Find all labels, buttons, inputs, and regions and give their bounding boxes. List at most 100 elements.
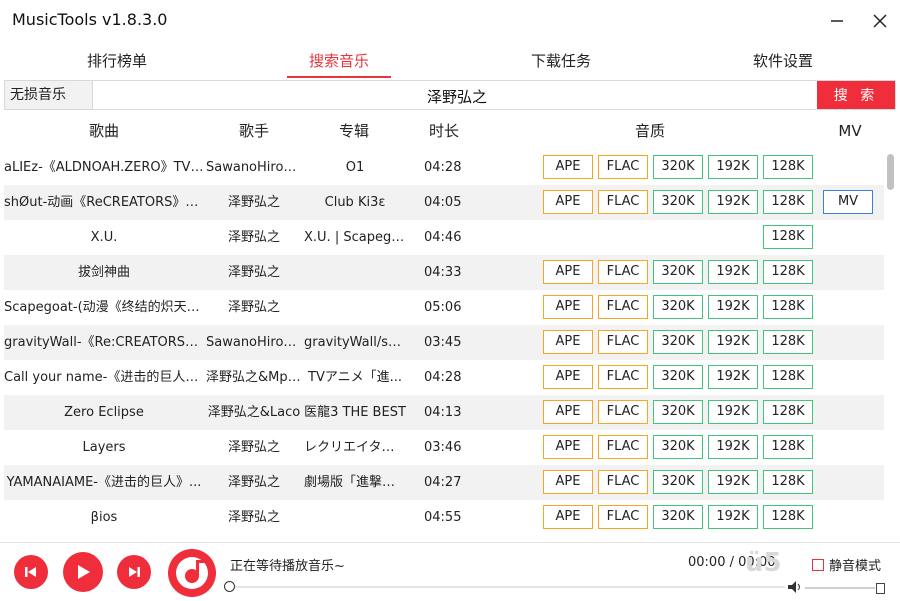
quality-320k-button[interactable]: 320K bbox=[653, 190, 703, 214]
next-button[interactable] bbox=[117, 555, 151, 589]
quality-flac-button[interactable]: FLAC bbox=[598, 505, 648, 529]
quality-128k-button[interactable]: 128K bbox=[763, 505, 813, 529]
table-row[interactable]: Layers 泽野弘之 レクリエイター... 03:46 APE FLAC 320K 192K… bbox=[4, 430, 884, 465]
quality-flac-button[interactable]: FLAC bbox=[598, 400, 648, 424]
quality-ape-button[interactable]: APE bbox=[543, 330, 593, 354]
quality-flac-button[interactable]: FLAC bbox=[598, 190, 648, 214]
mv-button[interactable]: MV bbox=[823, 190, 873, 214]
quality-192k-button[interactable]: 192K bbox=[708, 155, 758, 179]
progress-knob[interactable] bbox=[224, 581, 235, 592]
quality-320k-button[interactable]: 320K bbox=[653, 505, 703, 529]
quality-flac-button[interactable]: FLAC bbox=[598, 260, 648, 284]
skip-next-icon bbox=[129, 567, 140, 577]
results-scrollbar[interactable] bbox=[886, 150, 896, 542]
quality-ape-button[interactable]: APE bbox=[543, 435, 593, 459]
play-button[interactable] bbox=[63, 552, 103, 592]
singer-cell: 泽野弘之 bbox=[227, 230, 280, 245]
quality-192k-button[interactable]: 192K bbox=[708, 295, 758, 319]
quality-192k-button[interactable]: 192K bbox=[708, 190, 758, 214]
album-cell: TVアニメ「進... bbox=[308, 370, 402, 385]
quality-128k-button[interactable]: 128K bbox=[763, 260, 813, 284]
quality-128k-button[interactable]: 128K bbox=[763, 155, 813, 179]
table-row[interactable]: Call your name-《进击的巨人》T... 泽野弘之&Mpi... TVア… bbox=[4, 360, 884, 395]
table-row[interactable]: shØut-动画《ReCREATORS》片... 泽野弘之 Club Ki3ε 04:… bbox=[4, 185, 884, 220]
tab-settings[interactable]: 软件设置 bbox=[738, 42, 828, 78]
table-row[interactable]: YAMANAIAME-《进击的巨人》... 泽野弘之 劇場版「進撃の... 04:27… bbox=[4, 465, 884, 500]
singer-cell: 泽野弘之 bbox=[227, 265, 280, 280]
search-input[interactable] bbox=[94, 81, 820, 111]
quality-192k-button[interactable]: 192K bbox=[708, 470, 758, 494]
singer-cell: SawanoHiroyu... bbox=[206, 160, 302, 175]
quality-192k-button[interactable]: 192K bbox=[708, 365, 758, 389]
watermark-logo: ü5 bbox=[745, 548, 782, 578]
volume-slider[interactable] bbox=[805, 587, 875, 589]
quality-128k-button[interactable]: 128K bbox=[763, 190, 813, 214]
close-button[interactable] bbox=[865, 6, 895, 36]
quality-192k-button[interactable]: 192K bbox=[708, 260, 758, 284]
quality-ape-button[interactable]: APE bbox=[543, 400, 593, 424]
table-row[interactable]: Zero Eclipse 泽野弘之&Laco 医龍3 THE BEST 04:13 AP… bbox=[4, 395, 884, 430]
quality-128k-button[interactable]: 128K bbox=[763, 295, 813, 319]
quality-ape-button[interactable]: APE bbox=[543, 260, 593, 284]
volume-knob[interactable] bbox=[876, 583, 885, 594]
quality-flac-button[interactable]: FLAC bbox=[598, 365, 648, 389]
search-button[interactable]: 搜 索 bbox=[817, 81, 895, 109]
previous-button[interactable] bbox=[14, 555, 48, 589]
quality-flac-button[interactable]: FLAC bbox=[598, 470, 648, 494]
song-cell: aLIEz-《ALDNOAH.ZERO》TV动... bbox=[4, 160, 204, 175]
table-row[interactable]: gravityWall-《Re:CREATORS》T... SawanoHiroy… bbox=[4, 325, 884, 360]
volume-icon[interactable] bbox=[788, 581, 802, 593]
quality-192k-button[interactable]: 192K bbox=[708, 330, 758, 354]
quality-320k-button[interactable]: 320K bbox=[653, 400, 703, 424]
table-row[interactable]: 拔剑神曲 泽野弘之 04:33 APE FLAC 320K 192K 128K bbox=[4, 255, 884, 290]
table-row[interactable]: aLIEz-《ALDNOAH.ZERO》TV动... SawanoHiroyu..… bbox=[4, 150, 884, 185]
quality-128k-button[interactable]: 128K bbox=[763, 400, 813, 424]
album-cell: gravityWall/sh... bbox=[304, 335, 406, 350]
quality-ape-button[interactable]: APE bbox=[543, 470, 593, 494]
singer-cell: 泽野弘之 bbox=[227, 510, 280, 525]
table-row[interactable]: X.U. 泽野弘之 X.U. | Scapegoat 04:46 128K bbox=[4, 220, 884, 255]
quality-flac-button[interactable]: FLAC bbox=[598, 155, 648, 179]
mute-label: 静音模式 bbox=[829, 559, 882, 574]
quality-ape-button[interactable]: APE bbox=[543, 295, 593, 319]
quality-320k-button[interactable]: 320K bbox=[653, 155, 703, 179]
header-mv: MV bbox=[838, 122, 862, 140]
duration-cell: 04:13 bbox=[424, 405, 462, 420]
table-row[interactable]: βios 泽野弘之 04:55 APE FLAC 320K 192K 128K bbox=[4, 500, 884, 535]
duration-cell: 03:45 bbox=[424, 335, 462, 350]
quality-128k-button[interactable]: 128K bbox=[763, 470, 813, 494]
mute-checkbox[interactable] bbox=[812, 559, 824, 571]
quality-128k-button[interactable]: 128K bbox=[763, 225, 813, 249]
quality-ape-button[interactable]: APE bbox=[543, 155, 593, 179]
source-select[interactable]: 无损音乐 bbox=[5, 81, 93, 109]
quality-flac-button[interactable]: FLAC bbox=[598, 330, 648, 354]
minimize-button[interactable] bbox=[822, 6, 852, 36]
quality-320k-button[interactable]: 320K bbox=[653, 470, 703, 494]
quality-320k-button[interactable]: 320K bbox=[653, 295, 703, 319]
quality-flac-button[interactable]: FLAC bbox=[598, 295, 648, 319]
album-cell: 劇場版「進撃の... bbox=[304, 475, 406, 490]
table-row[interactable]: Scapegoat-(动漫《终结的炽天使... 泽野弘之 05:06 APE FLAC 3… bbox=[4, 290, 884, 325]
quality-ape-button[interactable]: APE bbox=[543, 190, 593, 214]
quality-192k-button[interactable]: 192K bbox=[708, 435, 758, 459]
quality-192k-button[interactable]: 192K bbox=[708, 505, 758, 529]
album-cover[interactable] bbox=[168, 549, 216, 597]
quality-320k-button[interactable]: 320K bbox=[653, 330, 703, 354]
tab-charts[interactable]: 排行榜单 bbox=[72, 42, 162, 78]
tab-downloads[interactable]: 下载任务 bbox=[516, 42, 606, 78]
quality-ape-button[interactable]: APE bbox=[543, 505, 593, 529]
quality-320k-button[interactable]: 320K bbox=[653, 260, 703, 284]
quality-192k-button[interactable]: 192K bbox=[708, 400, 758, 424]
quality-ape-button[interactable]: APE bbox=[543, 365, 593, 389]
quality-128k-button[interactable]: 128K bbox=[763, 365, 813, 389]
playback-progress[interactable] bbox=[224, 581, 785, 592]
app-title: MusicTools v1.8.3.0 bbox=[12, 10, 168, 29]
tab-search-music[interactable]: 搜索音乐 bbox=[287, 42, 391, 78]
quality-flac-button[interactable]: FLAC bbox=[598, 435, 648, 459]
scrollbar-thumb[interactable] bbox=[887, 154, 894, 190]
quality-320k-button[interactable]: 320K bbox=[653, 365, 703, 389]
quality-128k-button[interactable]: 128K bbox=[763, 435, 813, 459]
search-bar: 无损音乐 搜 索 bbox=[4, 80, 896, 111]
quality-320k-button[interactable]: 320K bbox=[653, 435, 703, 459]
quality-128k-button[interactable]: 128K bbox=[763, 330, 813, 354]
